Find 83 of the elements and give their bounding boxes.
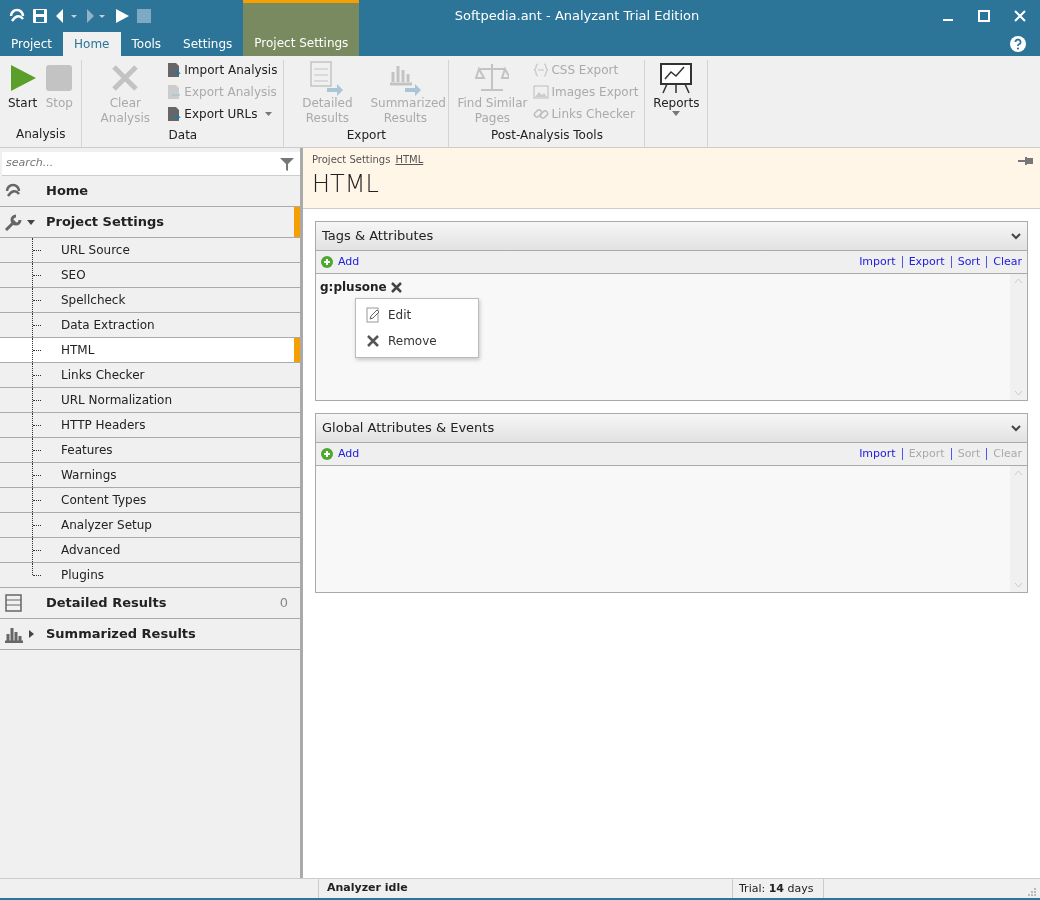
- close-icon[interactable]: [1014, 10, 1026, 22]
- sidebar-item[interactable]: URL Normalization: [0, 388, 300, 413]
- ribbon-tab[interactable]: Project Settings: [243, 0, 360, 56]
- sidebar-item[interactable]: Warnings: [0, 463, 300, 488]
- back-icon[interactable]: [54, 8, 78, 24]
- collapse-chevron-icon[interactable]: [1011, 424, 1021, 432]
- presentation-chart-icon: [659, 61, 694, 95]
- add-link[interactable]: Add: [338, 253, 360, 271]
- sidebar-item[interactable]: Plugins: [0, 563, 300, 588]
- filter-icon[interactable]: [280, 156, 294, 171]
- edit-icon: [366, 307, 380, 323]
- page-title: HTML: [312, 169, 380, 200]
- ribbon-button[interactable]: Import Analysis: [166, 60, 278, 80]
- status-text: Analyzer idle: [318, 879, 732, 898]
- sidebar-item[interactable]: Links Checker: [0, 363, 300, 388]
- maximize-icon[interactable]: [978, 10, 990, 22]
- ribbon-button[interactable]: Export URLs: [166, 104, 278, 124]
- sidebar-item[interactable]: Spellcheck: [0, 288, 300, 313]
- breadcrumb-text: Project Settings: [312, 153, 391, 167]
- tag-label: g:plusone: [320, 279, 387, 296]
- action-link[interactable]: Import: [859, 445, 896, 463]
- action-link[interactable]: Export: [908, 253, 945, 271]
- ribbon-button[interactable]: Start: [6, 60, 40, 125]
- ribbon-tab[interactable]: Settings: [172, 32, 244, 56]
- ribbon-tab[interactable]: Home: [63, 32, 121, 56]
- chain-link-icon: [533, 106, 550, 122]
- sidebar-section[interactable]: Home: [0, 176, 300, 207]
- sidebar-item[interactable]: HTTP Headers: [0, 413, 300, 438]
- action-link[interactable]: Sort: [957, 253, 981, 271]
- group-label: Data: [167, 127, 199, 144]
- action-link[interactable]: Import: [859, 253, 896, 271]
- group-label: Analysis: [14, 126, 67, 143]
- search-box[interactable]: search...: [2, 152, 300, 176]
- sidebar-section[interactable]: Detailed Results 0: [0, 588, 300, 619]
- document-export-icon: [166, 84, 183, 100]
- remove-icon: [366, 334, 380, 348]
- breadcrumb-link[interactable]: HTML: [395, 152, 424, 167]
- list-icon: [4, 594, 24, 612]
- count-label: 0: [279, 594, 288, 613]
- document-export-icon: [166, 106, 183, 122]
- sidebar-item[interactable]: HTML: [0, 338, 300, 363]
- add-icon[interactable]: [321, 256, 333, 268]
- document-import-icon: [166, 62, 183, 78]
- sidebar-item[interactable]: Content Types: [0, 488, 300, 513]
- search-field[interactable]: search...: [2, 154, 280, 173]
- ribbon-tab[interactable]: Project: [0, 32, 64, 56]
- play-icon: [8, 64, 37, 92]
- action-link[interactable]: Clear: [993, 253, 1022, 271]
- collapsed-arrow-icon[interactable]: [28, 630, 34, 638]
- sidebar-section[interactable]: Project Settings: [0, 207, 300, 238]
- pin-icon[interactable]: [1018, 156, 1034, 166]
- menu-item[interactable]: Remove: [356, 328, 478, 354]
- remove-icon[interactable]: [390, 281, 402, 293]
- bar-chart-icon: [4, 625, 24, 643]
- window-title: Softpedia.ant - Analyzant Trial Edition: [453, 7, 701, 26]
- sidebar-item[interactable]: Features: [0, 438, 300, 463]
- image-icon: [533, 84, 550, 100]
- group-label: Post-Analysis Tools: [489, 127, 604, 144]
- save-icon[interactable]: [32, 8, 48, 24]
- collapse-chevron-icon[interactable]: [1011, 232, 1021, 240]
- sidebar-item[interactable]: SEO: [0, 263, 300, 288]
- group-label: Export: [345, 127, 388, 144]
- menu-item[interactable]: Edit: [356, 302, 478, 328]
- play-icon[interactable]: [114, 8, 130, 24]
- sidebar-section[interactable]: Summarized Results: [0, 619, 300, 650]
- panel-title: Tags & Attributes: [322, 227, 434, 246]
- ribbon-tab[interactable]: Tools: [120, 32, 173, 56]
- resize-grip-icon: [1028, 888, 1036, 896]
- sidebar-item[interactable]: Analyzer Setup: [0, 513, 300, 538]
- expanded-arrow-icon[interactable]: [27, 219, 35, 225]
- help-icon[interactable]: [1010, 36, 1026, 52]
- sidebar-item[interactable]: URL Source: [0, 238, 300, 263]
- clear-icon: [111, 64, 140, 92]
- ribbon-button[interactable]: Reports: [651, 60, 702, 125]
- trial-text: Trial: 14 days: [732, 879, 824, 898]
- add-icon[interactable]: [321, 448, 333, 460]
- sidebar-item[interactable]: Advanced: [0, 538, 300, 563]
- wrench-icon: [4, 213, 24, 231]
- stop-icon: [45, 64, 74, 92]
- braces-icon: [533, 62, 550, 78]
- panel-title: Global Attributes & Events: [322, 419, 495, 438]
- list-export-icon: [309, 60, 346, 96]
- add-link[interactable]: Add: [338, 445, 360, 463]
